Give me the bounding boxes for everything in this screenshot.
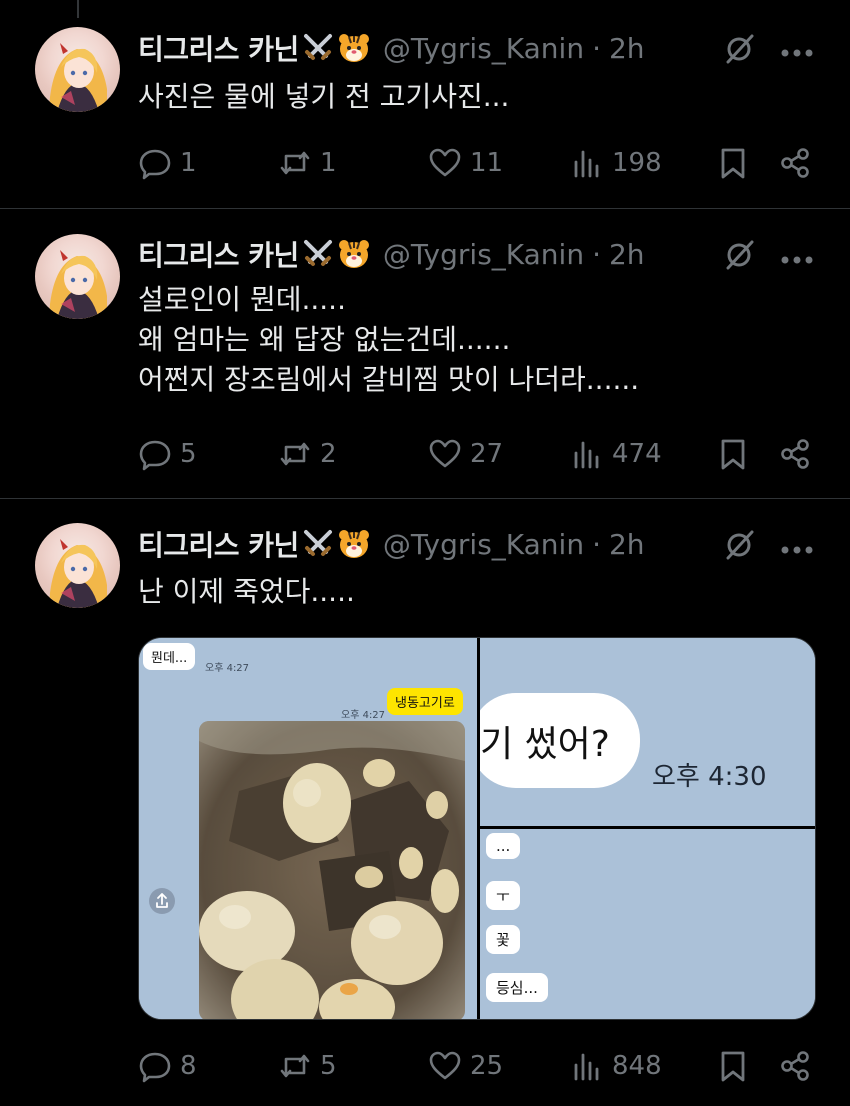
tweet-text: 난 이제 죽었다..... <box>138 575 355 608</box>
bookmark-button[interactable] <box>716 1046 750 1086</box>
reply-button[interactable]: 8 <box>138 1046 197 1086</box>
reply-count: 8 <box>180 1051 197 1081</box>
chat-screenshot-left: 뭔데... 오후 4:27 냉동고기로 오후 4:27 <box>139 638 477 1019</box>
chat-timestamp: 오후 4:27 <box>341 710 386 721</box>
author-name[interactable]: 티그리스 카닌 <box>138 524 299 564</box>
chat-bubble: ... <box>486 833 521 859</box>
chat-bubble: 뭔데... <box>143 643 196 670</box>
chat-bubble-large: 기 썼어? <box>480 693 640 788</box>
repost-icon <box>280 1054 310 1078</box>
crossed-swords-icon <box>301 527 335 561</box>
like-button[interactable]: 25 <box>428 1046 503 1086</box>
chat-screenshot-zoom: 기 썼어? 오후 4:30 <box>480 638 815 826</box>
repost-button[interactable]: 5 <box>278 1046 337 1086</box>
like-count: 25 <box>470 1051 504 1081</box>
chat-timestamp: 오후 4:27 <box>205 663 250 674</box>
tweet-3[interactable]: 티그리스 카닌 @Tygris_Kanin · 2h 난 이제 죽었다.....… <box>0 0 850 1106</box>
grok-icon[interactable] <box>724 528 756 560</box>
food-photo[interactable] <box>199 721 465 1019</box>
chat-screenshot-bottom: ... ㅜ 꽃 등심... <box>480 829 815 1019</box>
action-bar: 8 5 25 848 <box>138 1046 818 1086</box>
share-button[interactable] <box>778 1046 812 1086</box>
heart-icon <box>429 1051 461 1080</box>
chat-bubble: 등심... <box>486 973 548 1002</box>
tweet-header: 티그리스 카닌 @Tygris_Kanin · 2h <box>138 524 645 564</box>
chat-bubble-mine: 냉동고기로 <box>387 688 463 715</box>
share-icon <box>781 1051 809 1081</box>
chat-bubble: 꽃 <box>486 925 520 954</box>
separator-dot: · <box>592 527 601 561</box>
bookmark-icon <box>721 1051 745 1082</box>
reply-icon <box>139 1052 171 1083</box>
share-icon[interactable] <box>149 888 175 914</box>
view-count: 848 <box>612 1051 662 1081</box>
timestamp[interactable]: 2h <box>609 528 645 561</box>
chat-bubble: ㅜ <box>486 881 520 910</box>
tweet-media[interactable]: 뭔데... 오후 4:27 냉동고기로 오후 4:27 기 썼어? 오후 4:3… <box>138 637 816 1020</box>
more-options-icon[interactable] <box>780 540 814 554</box>
avatar[interactable] <box>35 523 120 608</box>
author-handle[interactable]: @Tygris_Kanin <box>383 528 584 561</box>
analytics-icon <box>574 1053 599 1081</box>
chat-timestamp: 오후 4:30 <box>652 762 767 792</box>
tiger-face-icon <box>337 527 371 561</box>
repost-count: 5 <box>320 1051 337 1081</box>
views-button[interactable]: 848 <box>570 1046 662 1086</box>
